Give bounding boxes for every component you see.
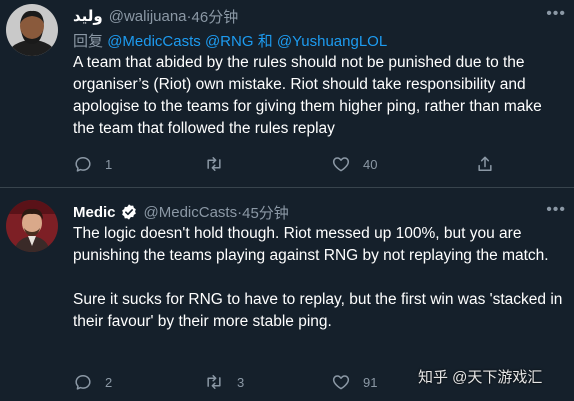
like-count: 40 (363, 156, 378, 172)
retweet-count: 3 (237, 374, 245, 390)
display-name[interactable]: Medic (73, 204, 116, 221)
mention-rng[interactable]: @RNG (205, 33, 254, 50)
verified-badge-icon (120, 203, 138, 221)
share-button[interactable] (475, 150, 495, 178)
reply-icon (75, 375, 91, 390)
tweet-paragraph: A team that abided by the rules should n… (73, 54, 542, 137)
tweet-text: The logic doesn't hold though. Riot mess… (73, 223, 563, 333)
retweet-icon (207, 157, 221, 171)
mention-joiner: 和 (257, 33, 273, 50)
tweet-text: A team that abided by the rules should n… (73, 52, 563, 140)
more-options-icon[interactable]: ••• (546, 202, 566, 218)
mention-yushuanglol[interactable]: @YushuangLOL (277, 33, 387, 50)
handle[interactable]: @walijuana (109, 8, 187, 25)
share-icon (478, 156, 492, 171)
replying-to: 回复 @MedicCasts @RNG 和 @YushuangLOL (73, 30, 387, 51)
tweet-header: Medic @MedicCasts · 45分钟 (73, 201, 289, 223)
avatar-mediccasts[interactable] (6, 200, 58, 252)
reply-count: 1 (105, 156, 113, 172)
more-options-icon[interactable]: ••• (546, 6, 566, 22)
tweet-walijuana[interactable]: وليد @walijuana · 46分钟 ••• 回复 @MedicCast… (0, 0, 574, 188)
tweet-paragraph: The logic doesn't hold though. Riot mess… (73, 225, 549, 264)
heart-icon (332, 375, 350, 390)
like-count: 91 (363, 374, 378, 390)
reply-button[interactable]: 1 (73, 150, 112, 178)
retweet-icon (207, 375, 221, 389)
timestamp[interactable]: 46分钟 (192, 6, 239, 27)
avatar-image (6, 4, 58, 56)
avatar-walijuana[interactable] (6, 4, 58, 56)
zhihu-watermark: 知乎 @天下游戏汇 (418, 369, 543, 386)
display-name[interactable]: وليد (73, 7, 103, 25)
reply-count: 2 (105, 374, 113, 390)
heart-icon (332, 157, 350, 172)
like-button[interactable]: 40 (331, 150, 377, 178)
mention-mediccasts[interactable]: @MedicCasts (107, 33, 201, 50)
like-button[interactable]: 91 (331, 368, 377, 396)
reply-button[interactable]: 2 (73, 368, 112, 396)
retweet-button[interactable]: 3 (203, 368, 244, 396)
handle[interactable]: @MedicCasts (144, 204, 238, 221)
timestamp[interactable]: 45分钟 (242, 202, 289, 223)
tweet-header: وليد @walijuana · 46分钟 (73, 5, 238, 27)
tweet-actions: 1 40 (73, 150, 563, 178)
avatar-image (6, 200, 58, 252)
tweet-paragraph: Sure it sucks for RNG to have to replay,… (73, 291, 563, 330)
reply-icon (75, 157, 91, 172)
replying-prefix: 回复 (73, 33, 104, 50)
retweet-button[interactable] (203, 150, 237, 178)
